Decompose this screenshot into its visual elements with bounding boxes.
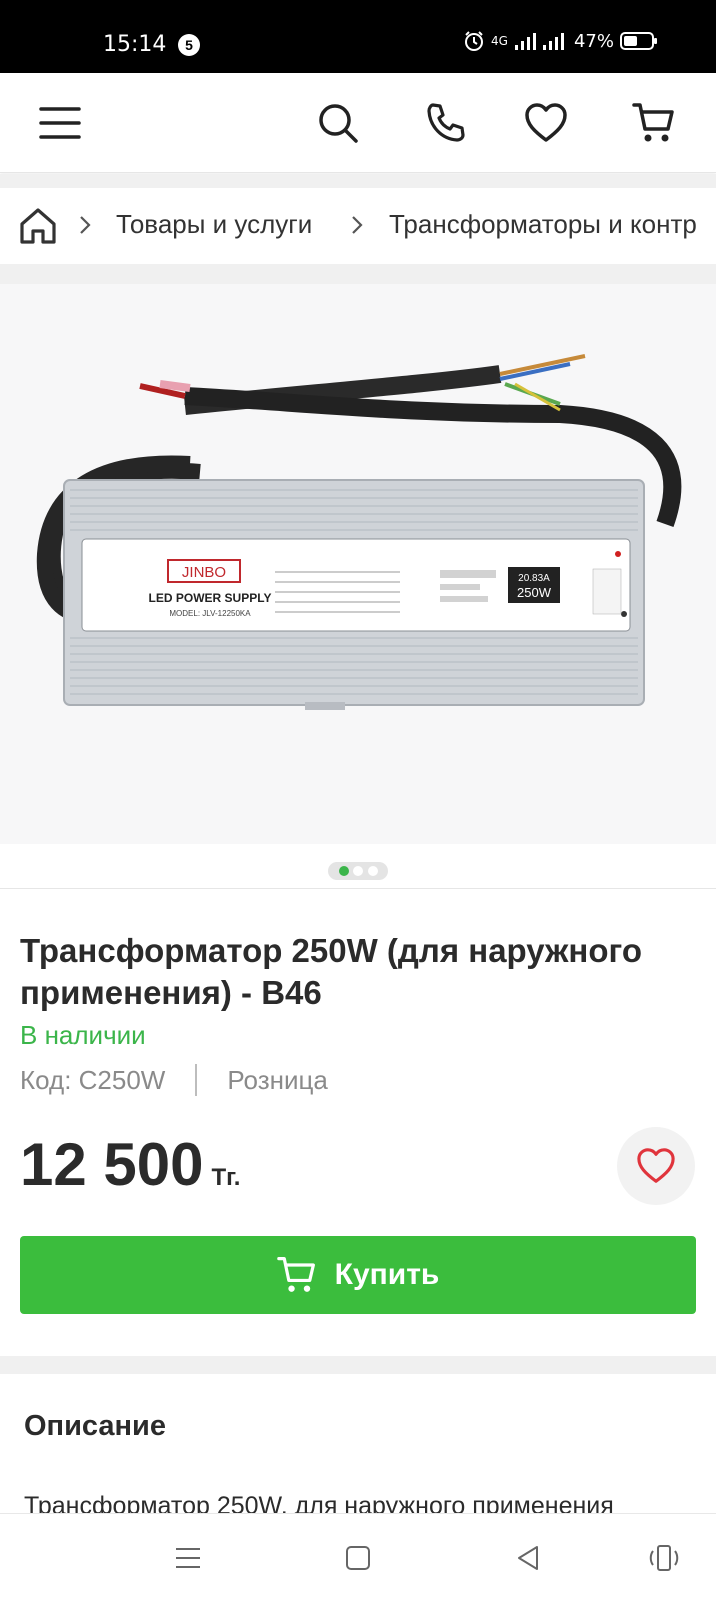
signal-icon-2 (542, 33, 564, 50)
chevron-right-icon (80, 216, 91, 234)
image-label-product: LED POWER SUPPLY (149, 591, 272, 605)
product-meta: Код: C250W Розница (20, 1064, 328, 1096)
section-gap (0, 264, 716, 284)
home-icon (20, 208, 56, 244)
rotate-icon (649, 1545, 679, 1571)
recent-apps-button[interactable] (168, 1538, 208, 1578)
status-bar: 15:14 5 4G 47% (0, 0, 716, 73)
heart-icon (525, 103, 567, 142)
network-type: 4G (491, 34, 508, 48)
phone-button[interactable] (418, 95, 474, 151)
status-time: 15:14 (103, 32, 167, 57)
image-label-power: 250W (517, 585, 552, 600)
assistant-button[interactable] (644, 1538, 684, 1578)
notification-count-badge: 5 (178, 34, 200, 56)
signal-icon (514, 33, 536, 50)
favorites-button[interactable] (518, 95, 574, 151)
battery-percent: 47% (573, 30, 614, 52)
price-currency: Тг. (211, 1164, 241, 1191)
breadcrumb-item-transformers[interactable]: Трансформаторы и контр (389, 209, 697, 240)
divider (0, 888, 716, 889)
back-button[interactable] (508, 1538, 548, 1578)
product-title: Трансформатор 250W (для наружного примен… (20, 932, 642, 1011)
buy-button-label: Купить (334, 1258, 440, 1291)
menu-icon (39, 107, 81, 139)
product-image[interactable]: JINBO LED POWER SUPPLY MODEL: JLV-12250K… (0, 284, 716, 844)
section-gap (0, 1356, 716, 1374)
stock-status: В наличии (20, 1020, 146, 1050)
phone-icon (427, 103, 465, 142)
breadcrumb-home[interactable] (18, 206, 58, 246)
product-photo: JINBO LED POWER SUPPLY MODEL: JLV-12250K… (36, 354, 682, 710)
gallery-dot-active[interactable] (338, 866, 349, 876)
breadcrumb-item-goods[interactable]: Товары и услуги (116, 209, 312, 240)
product-price: 12 500 Тг. (20, 1130, 240, 1199)
gallery-dot[interactable] (353, 866, 363, 876)
square-icon (346, 1546, 370, 1570)
price-type: Розница (227, 1064, 328, 1095)
cart-icon (276, 1257, 315, 1292)
breadcrumb: Товары и услуги Трансформаторы и контр (0, 188, 716, 264)
price-value: 12 500 (20, 1131, 204, 1198)
image-label-model: MODEL: JLV-12250KA (169, 609, 251, 618)
back-triangle-icon (518, 1546, 538, 1570)
app-header (0, 73, 716, 173)
buy-button[interactable]: Купить (20, 1236, 696, 1314)
gallery-pagination[interactable] (328, 862, 388, 880)
image-label-brand: JINBO (182, 564, 226, 581)
cart-icon (632, 103, 674, 142)
battery-icon (620, 32, 657, 50)
cart-button[interactable] (626, 95, 682, 151)
product-code: Код: C250W (20, 1064, 166, 1095)
search-button[interactable] (310, 95, 366, 151)
description-title: Описание (24, 1410, 166, 1442)
meta-divider (195, 1064, 198, 1096)
home-button[interactable] (338, 1538, 378, 1578)
section-gap (0, 174, 716, 188)
gallery-dot[interactable] (367, 866, 378, 876)
menu-button[interactable] (32, 95, 88, 151)
alarm-icon (465, 31, 484, 51)
menu-lines-icon (176, 1548, 200, 1568)
add-to-favorites-button[interactable] (617, 1127, 695, 1205)
chevron-right-icon (352, 216, 363, 234)
image-label-current: 20.83A (518, 573, 550, 584)
status-icons: 4G 47% (463, 30, 658, 52)
search-icon (319, 104, 358, 143)
system-navigation-bar (0, 1513, 716, 1600)
heart-icon (637, 1148, 675, 1183)
